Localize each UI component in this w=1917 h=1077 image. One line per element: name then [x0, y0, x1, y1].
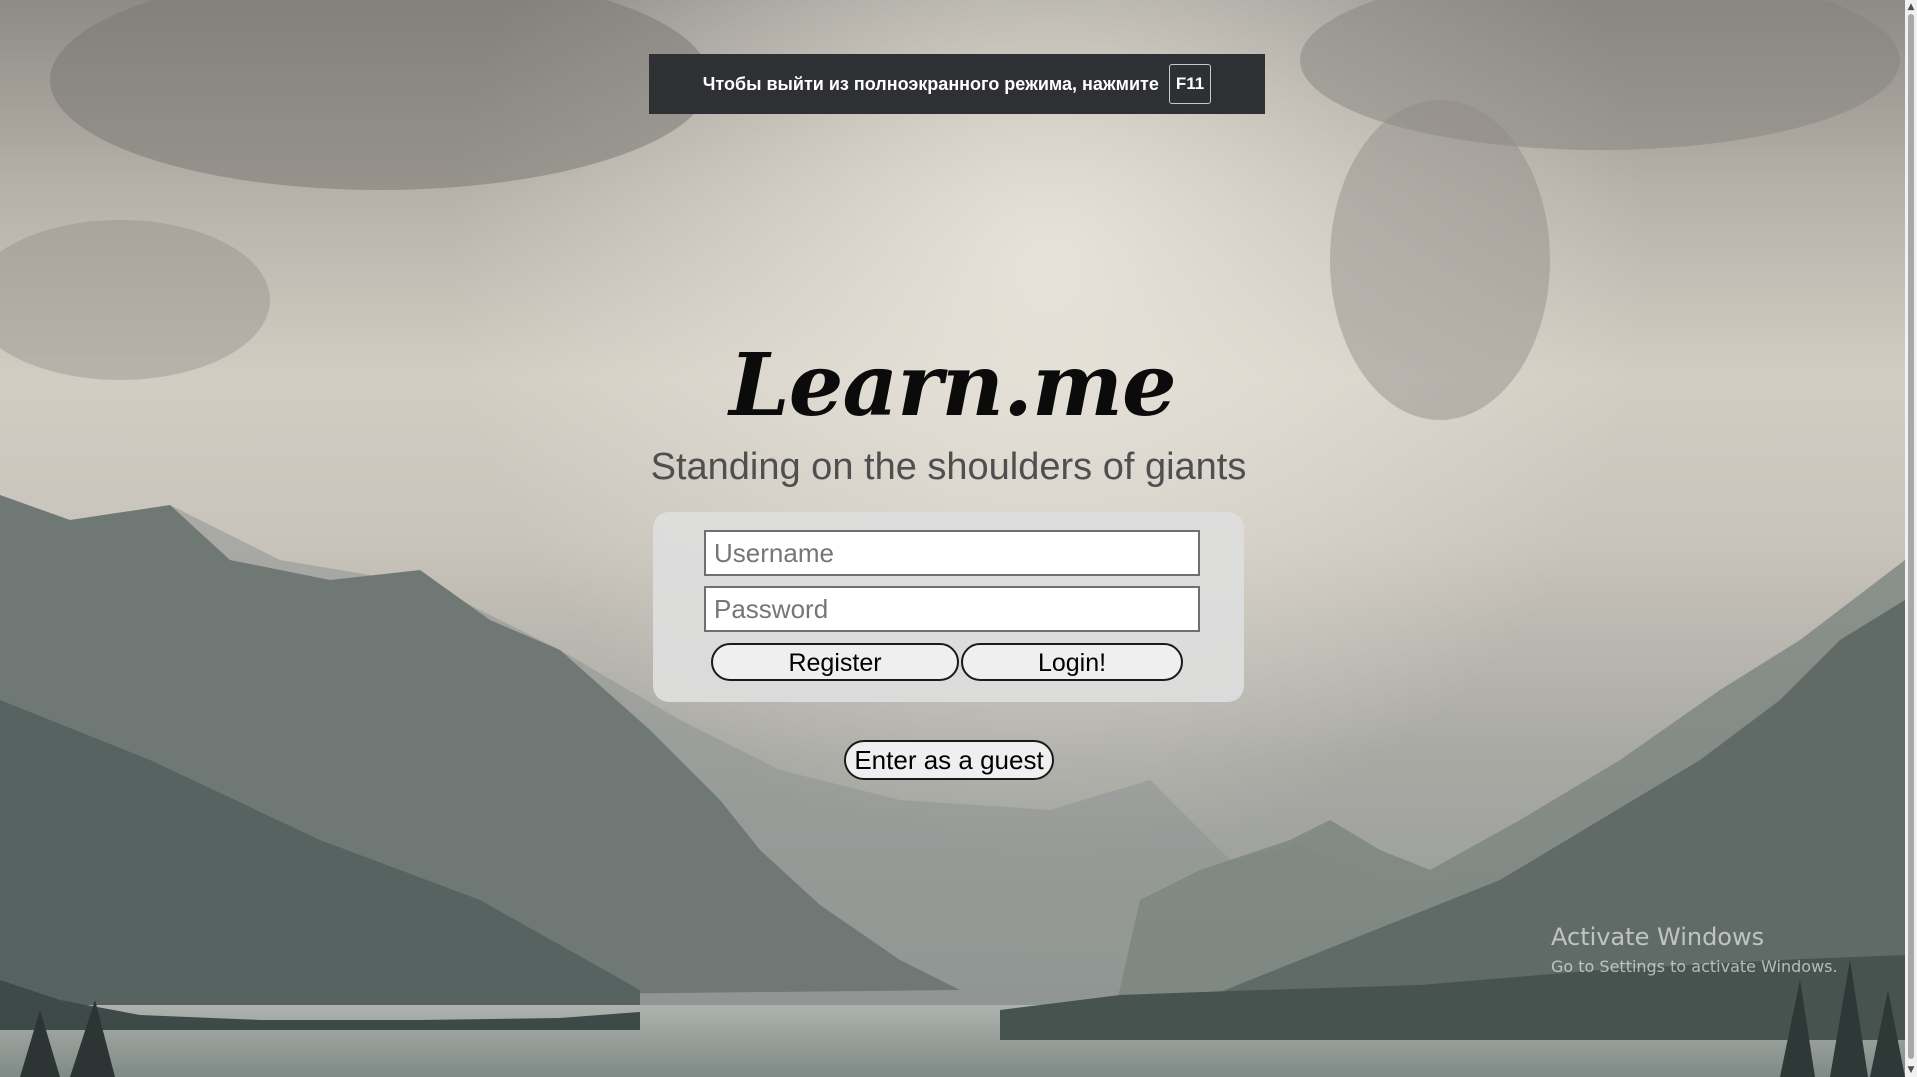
scrollbar-thumb[interactable] [1908, 14, 1914, 1059]
vertical-scrollbar[interactable]: ▲ ▼ [1905, 0, 1917, 1077]
login-card: Register Login! [653, 512, 1244, 702]
username-input[interactable] [704, 530, 1200, 576]
activation-title: Activate Windows [1551, 923, 1765, 951]
fullscreen-exit-notice: Чтобы выйти из полноэкранного режима, на… [649, 54, 1265, 114]
register-button[interactable]: Register [711, 643, 959, 681]
login-button[interactable]: Login! [961, 643, 1183, 681]
f11-key-badge: F11 [1168, 64, 1212, 104]
windows-activation-watermark: Activate Windows Go to Settings to activ… [1551, 923, 1838, 976]
password-input[interactable] [704, 586, 1200, 632]
scroll-down-icon[interactable]: ▼ [1905, 1063, 1917, 1077]
guest-entry-button[interactable]: Enter as a guest [844, 740, 1054, 780]
app-tagline: Standing on the shoulders of giants [650, 446, 1247, 488]
app-logo: Learn.me [729, 335, 1176, 436]
scroll-up-icon[interactable]: ▲ [1905, 0, 1917, 14]
activation-subtitle: Go to Settings to activate Windows. [1551, 957, 1838, 976]
fullscreen-notice-text: Чтобы выйти из полноэкранного режима, на… [702, 73, 1159, 94]
